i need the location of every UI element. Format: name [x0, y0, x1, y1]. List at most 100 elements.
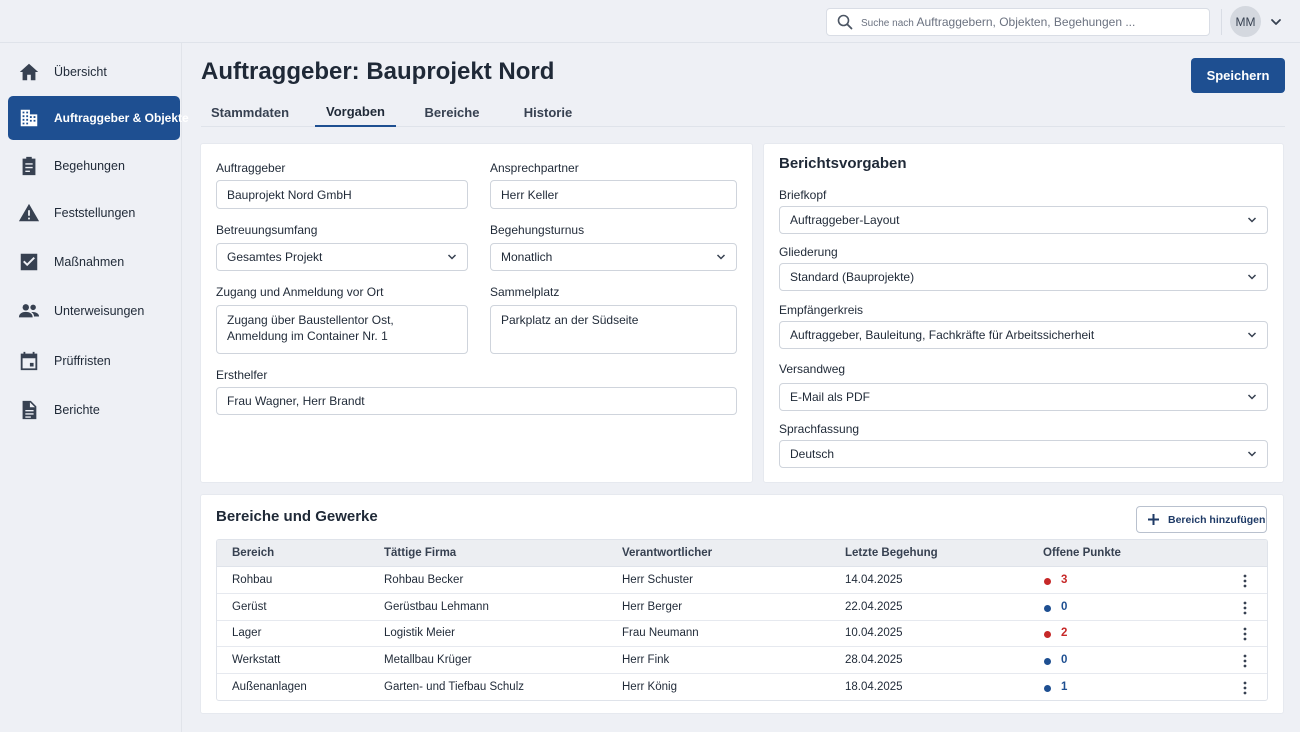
- empfaenger-label: Empfängerkreis: [779, 303, 864, 317]
- cell-offene-punkte: 0: [1061, 600, 1068, 613]
- search-input[interactable]: Suche nach Auftraggebern, Objekten, Bege…: [826, 8, 1210, 36]
- column-header-bereich[interactable]: Bereich: [232, 547, 274, 559]
- table-row[interactable]: Außenanlagen Garten- und Tiefbau Schulz He…: [217, 674, 1267, 700]
- column-header-verantwortlicher[interactable]: Verantwortlicher: [622, 547, 712, 559]
- sidebar-item-berichte[interactable]: Berichte: [8, 388, 180, 432]
- more-vertical-icon[interactable]: [1239, 680, 1251, 696]
- column-header-firma[interactable]: Tättige Firma: [384, 547, 456, 559]
- status-dot: [1044, 631, 1051, 639]
- cell-firma: Rohbau Becker: [384, 574, 464, 586]
- ersthelfer-field[interactable]: Frau Wagner, Herr Brandt: [216, 387, 737, 415]
- add-area-label: Bereich hinzufügen: [1168, 513, 1266, 526]
- tab-stammdaten[interactable]: Stammdaten: [201, 97, 299, 127]
- zugang-textarea[interactable]: Zugang über Baustellentor Ost, Anmeldung…: [216, 305, 468, 354]
- select-value: Monatlich: [501, 250, 553, 264]
- sidebar-item-prueffristen[interactable]: Prüffristen: [8, 339, 180, 383]
- chevron-down-icon: [1247, 394, 1257, 400]
- cell-firma: Logistik Meier: [384, 627, 455, 640]
- gliederung-label: Gliederung: [779, 245, 838, 259]
- ansprechpartner-label: Ansprechpartner: [490, 161, 579, 175]
- cell-bereich: Gerüst: [232, 600, 267, 613]
- sidebar-item-massnahmen[interactable]: Maßnahmen: [8, 240, 180, 284]
- cell-letzte-begehung: 18.04.2025: [845, 680, 903, 693]
- tab-vorgaben[interactable]: Vorgaben: [315, 97, 396, 127]
- sidebar-item-feststellungen[interactable]: Feststellungen: [8, 191, 180, 235]
- sidebar-item-label: Übersicht: [54, 65, 107, 79]
- more-vertical-icon[interactable]: [1239, 626, 1251, 642]
- page-title: Auftraggeber: Bauprojekt Nord: [201, 58, 555, 85]
- document-icon: [18, 399, 40, 421]
- betreuungsumfang-label: Betreuungsumfang: [216, 223, 318, 237]
- search-icon: [837, 14, 853, 30]
- sammelplatz-label: Sammelplatz: [490, 285, 560, 299]
- sidebar-item-uebersicht[interactable]: Übersicht: [8, 50, 180, 94]
- gliederung-select[interactable]: Standard (Bauprojekte): [779, 263, 1268, 291]
- select-value: E-Mail als PDF: [790, 390, 871, 404]
- column-header-offene-punkte[interactable]: Offene Punkte: [1043, 547, 1121, 559]
- cell-letzte-begehung: 22.04.2025: [845, 600, 903, 613]
- more-vertical-icon[interactable]: [1239, 653, 1251, 669]
- column-header-letzte-begehung[interactable]: Letzte Begehung: [845, 547, 938, 559]
- zugang-label: Zugang und Anmeldung vor Ort: [216, 285, 384, 299]
- home-icon: [18, 61, 40, 83]
- select-value: Deutsch: [790, 447, 835, 461]
- ersthelfer-label: Ersthelfer: [216, 368, 268, 382]
- status-dot: [1044, 578, 1051, 585]
- report-settings-title: Berichtsvorgaben: [779, 155, 907, 172]
- table-row[interactable]: Gerüst Gerüstbau Lehmann Herr Berger 22.04.…: [217, 594, 1267, 621]
- select-value: Standard (Bauprojekte): [790, 270, 915, 284]
- cell-verantwortlicher: Herr Fink: [622, 654, 670, 667]
- divider: [1221, 9, 1222, 35]
- cell-letzte-begehung: 14.04.2025: [845, 574, 903, 586]
- cell-offene-punkte: 0: [1061, 654, 1068, 667]
- tab-bar: Stammdaten Vorgaben Bereiche Historie: [201, 97, 1285, 127]
- sidebar-item-label: Unterweisungen: [54, 304, 145, 318]
- versandweg-select[interactable]: E-Mail als PDF: [779, 383, 1268, 411]
- empfaenger-select[interactable]: Auftraggeber, Bauleitung, Fachkräfte für…: [779, 321, 1268, 349]
- sidebar-item-label: Auftraggeber & Objekte: [54, 111, 189, 125]
- areas-title: Bereiche und Gewerke: [216, 508, 378, 525]
- select-value: Auftraggeber, Bauleitung, Fachkräfte für…: [790, 328, 1095, 342]
- select-value: Auftraggeber-Layout: [790, 213, 900, 227]
- sidebar-item-label: Feststellungen: [54, 206, 136, 220]
- briefkopf-label: Briefkopf: [779, 188, 827, 202]
- begehungsturnus-select[interactable]: Monatlich: [490, 243, 737, 271]
- table-row[interactable]: Rohbau Rohbau Becker Herr Schuster 14.04.20…: [217, 567, 1267, 594]
- search-placeholder-text: Auftraggebern, Objekten, Begehungen ...: [916, 15, 1136, 29]
- calendar-icon: [18, 350, 40, 372]
- betreuungsumfang-select[interactable]: Gesamtes Projekt: [216, 243, 468, 271]
- cell-offene-punkte: 1: [1061, 680, 1068, 693]
- cell-verantwortlicher: Herr Schuster: [622, 574, 693, 586]
- checkbox-icon: [18, 251, 40, 273]
- avatar[interactable]: MM: [1230, 6, 1261, 37]
- cell-firma: Garten- und Tiefbau Schulz: [384, 680, 524, 693]
- sidebar-item-unterweisungen[interactable]: Unterweisungen: [8, 289, 180, 333]
- briefkopf-select[interactable]: Auftraggeber-Layout: [779, 206, 1268, 234]
- sidebar: Übersicht Auftraggeber & Objekte Begehun…: [0, 43, 189, 732]
- sammelplatz-textarea[interactable]: Parkplatz an der Südseite: [490, 305, 737, 354]
- tab-historie[interactable]: Historie: [511, 97, 585, 127]
- table-row[interactable]: Werkstatt Metallbau Krüger Herr Fink 28.04.…: [217, 647, 1267, 675]
- sidebar-item-auftraggeber[interactable]: Auftraggeber & Objekte: [8, 96, 189, 140]
- more-vertical-icon[interactable]: [1239, 600, 1251, 616]
- tab-bereiche[interactable]: Bereiche: [413, 97, 491, 127]
- sidebar-item-begehungen[interactable]: Begehungen: [8, 144, 180, 188]
- save-button[interactable]: Speichern: [1191, 58, 1285, 93]
- chevron-down-icon: [1247, 451, 1257, 457]
- status-dot: [1044, 684, 1051, 692]
- chevron-down-icon[interactable]: [1269, 15, 1283, 29]
- cell-verantwortlicher: Herr Berger: [622, 600, 683, 613]
- cell-firma: Metallbau Krüger: [384, 654, 472, 667]
- cell-letzte-begehung: 28.04.2025: [845, 654, 903, 667]
- table-row[interactable]: Lager Logistik Meier Frau Neumann 10.04.202…: [217, 620, 1267, 648]
- add-area-button[interactable]: Bereich hinzufügen: [1136, 506, 1267, 533]
- auftraggeber-field[interactable]: Bauprojekt Nord GmbH: [216, 180, 468, 209]
- cell-offene-punkte: 2: [1061, 627, 1068, 640]
- chevron-down-icon: [1247, 332, 1257, 338]
- ansprechpartner-field[interactable]: Herr Keller: [490, 180, 737, 209]
- sprache-select[interactable]: Deutsch: [779, 440, 1268, 468]
- cell-bereich: Außenanlagen: [232, 680, 307, 693]
- cell-bereich: Werkstatt: [232, 654, 281, 667]
- auftraggeber-label: Auftraggeber: [216, 161, 286, 175]
- more-vertical-icon[interactable]: [1239, 573, 1251, 589]
